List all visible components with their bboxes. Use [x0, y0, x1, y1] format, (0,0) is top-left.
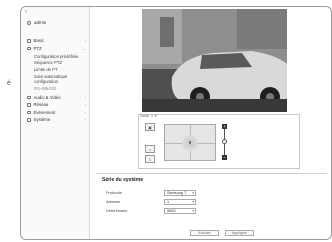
sidebar-item-label: Basic [33, 38, 45, 43]
sidebar-subitem-autotracking[interactable]: Suivi automatique configuration [21, 74, 89, 84]
address-select[interactable]: 1 ▾ [164, 199, 196, 205]
sidebar-subitem-pt-limit[interactable]: Limite de PT [21, 67, 89, 72]
sidebar-item-system[interactable]: Système › [21, 116, 89, 124]
pan-tilt-joystick[interactable] [164, 124, 216, 161]
baud-rate-label: Débit binaire [106, 209, 128, 213]
cancel-button[interactable]: Annuler [190, 230, 219, 236]
chevron-down-icon: ▾ [192, 209, 194, 213]
sidebar-item-label: Réseau [33, 102, 49, 108]
chevron-right-icon: › [84, 38, 86, 43]
zoom-out-icon[interactable]: − [222, 155, 227, 160]
sidebar-item-ptz[interactable]: PTZ ⌄ [21, 45, 89, 53]
ptz-panel-label: Zoom [140, 114, 149, 118]
basic-icon [27, 39, 31, 43]
camera-preview [142, 9, 287, 112]
sidebar-subitem-sequence[interactable]: Séquence PTZ [21, 60, 89, 65]
user-icon [27, 20, 31, 25]
chevron-right-icon: › [84, 102, 86, 108]
address-value: 1 [167, 200, 170, 204]
chevron-down-icon[interactable]: ▾ [155, 114, 157, 118]
side-glyph: é [7, 80, 11, 87]
sidebar-subitem-preset[interactable]: Configuration prédéfinie [21, 54, 89, 59]
baud-rate-value: 9600 [167, 209, 176, 213]
baud-rate-select[interactable]: 9600 ▾ [164, 208, 196, 214]
chevron-down-icon: ▾ [192, 191, 194, 195]
ptz-mode-select[interactable]: 1 [151, 114, 153, 118]
main-content: Zoom 1 ▾ ▣ ⌂ ≡ + − Série du système Prot… [90, 7, 331, 239]
chevron-down-icon: ⌄ [82, 45, 86, 51]
section-title: Série du système [102, 177, 144, 183]
user-row: admin [27, 20, 46, 25]
sidebar-item-event[interactable]: Événement › [21, 109, 89, 117]
apply-button[interactable]: Appliquer [225, 230, 254, 236]
chevron-right-icon: › [84, 117, 86, 123]
sidebar-item-label: Événement [33, 109, 56, 115]
home-icon[interactable]: ⌂ [145, 145, 155, 153]
zoom-track [224, 144, 225, 155]
audio-video-icon [27, 95, 31, 100]
protocol-select[interactable]: Samsung T ▾ [164, 190, 196, 196]
user-name: admin [34, 20, 47, 25]
sidebar-item-label: Audio & Vidéo [33, 94, 61, 100]
system-icon [27, 118, 31, 122]
device-frame: ‹ admin Basic › PTZ ⌄ Configuration préd… [20, 6, 332, 240]
ptz-icon [27, 46, 31, 50]
sidebar-item-basic[interactable]: Basic › [21, 37, 89, 45]
camera-preview-image [142, 9, 287, 112]
ptz-panel-header: Zoom 1 ▾ [140, 114, 157, 118]
sidebar-item-network[interactable]: Réseau › [21, 101, 89, 109]
ptz-control-panel: Zoom 1 ▾ ▣ ⌂ ≡ + − [138, 114, 300, 169]
swing-icon[interactable]: ≡ [145, 155, 155, 163]
chevron-left-icon[interactable]: ‹ [25, 9, 27, 15]
joystick-center-dot [188, 141, 192, 144]
network-icon [27, 103, 31, 107]
protocol-value: Samsung T [167, 191, 187, 195]
chevron-right-icon: › [84, 109, 86, 115]
sidebar-item-label: PTZ [33, 45, 42, 51]
preset-icon[interactable]: ▣ [145, 123, 155, 131]
sidebar-menu: Basic › PTZ ⌄ Configuration prédéfinie S… [21, 37, 89, 124]
sidebar-item-label: Système [33, 117, 51, 123]
sidebar: ‹ admin Basic › PTZ ⌄ Configuration préd… [21, 7, 90, 239]
chevron-down-icon: ▾ [192, 200, 194, 204]
section-divider [96, 173, 327, 174]
protocol-label: Protocole [106, 191, 123, 195]
address-label: Adresse [106, 200, 120, 204]
event-icon [27, 110, 31, 115]
chevron-right-icon: › [84, 94, 86, 100]
sidebar-item-audio-video[interactable]: Audio & Vidéo › [21, 94, 89, 102]
